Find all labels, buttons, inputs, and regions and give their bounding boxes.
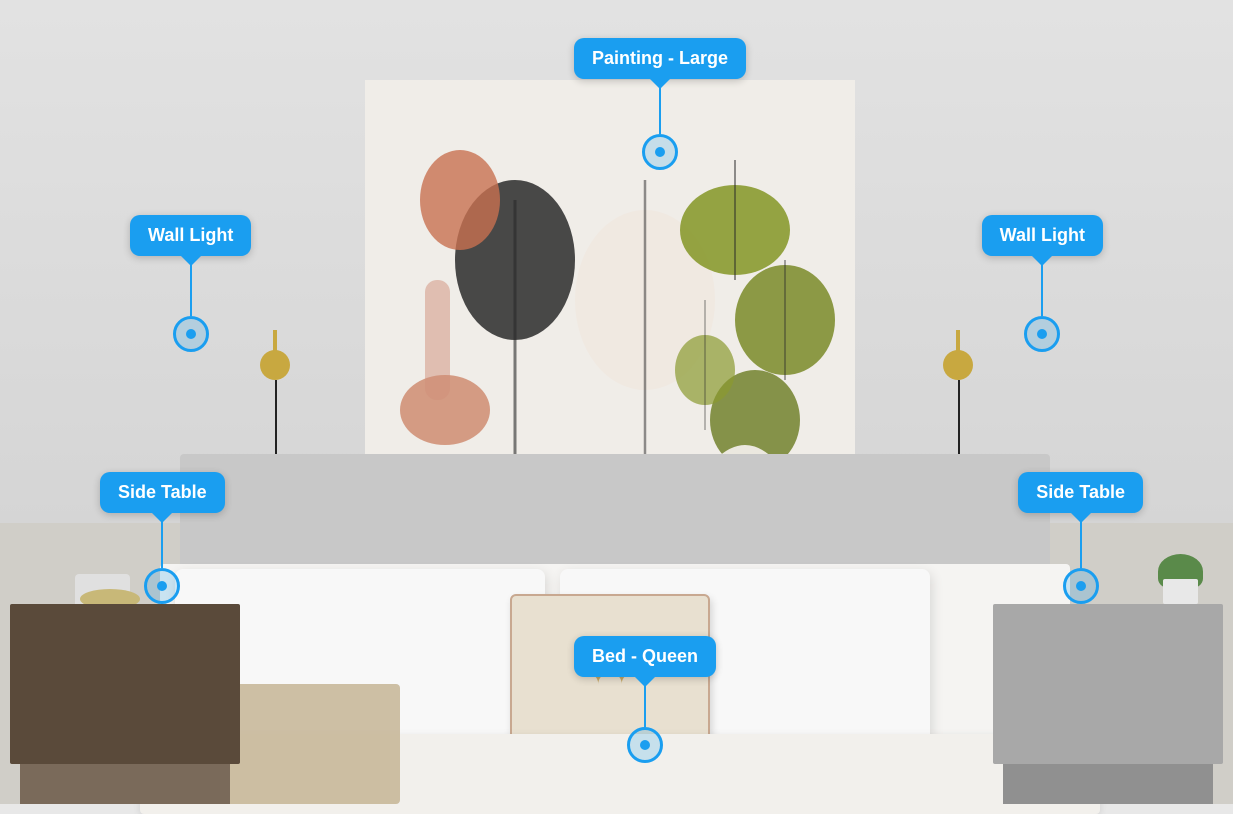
- target-inner-painting: [655, 147, 665, 157]
- annotation-bed[interactable]: Bed - Queen: [574, 636, 716, 763]
- room-scene: Painting - Large Wall Light Wall Light S…: [0, 0, 1233, 804]
- target-inner-bed: [640, 740, 650, 750]
- target-bed[interactable]: [627, 727, 663, 763]
- wall-light-right-sconce: [938, 330, 978, 410]
- plant-right: [1158, 554, 1203, 604]
- label-wall-light-left[interactable]: Wall Light: [130, 215, 251, 256]
- annotation-side-table-left[interactable]: Side Table: [100, 472, 225, 604]
- annotation-painting[interactable]: Painting - Large: [574, 38, 746, 170]
- target-inner-wall-light-right: [1037, 329, 1047, 339]
- side-table-surface-left: [10, 604, 240, 764]
- annotation-wall-light-right[interactable]: Wall Light: [982, 215, 1103, 352]
- plant-pot: [1163, 579, 1198, 604]
- label-side-table-left[interactable]: Side Table: [100, 472, 225, 513]
- side-table-surface-right: [993, 604, 1223, 764]
- annotation-wall-light-left[interactable]: Wall Light: [130, 215, 251, 352]
- sconce-disk-right: [943, 350, 973, 380]
- sconce-disk-left: [260, 350, 290, 380]
- target-inner-side-table-left: [157, 581, 167, 591]
- target-wall-light-right[interactable]: [1024, 316, 1060, 352]
- side-table-legs-right: [1003, 764, 1213, 804]
- label-wall-light-right[interactable]: Wall Light: [982, 215, 1103, 256]
- side-table-right: [993, 604, 1223, 804]
- target-side-table-left[interactable]: [144, 568, 180, 604]
- target-inner-wall-light-left: [186, 329, 196, 339]
- target-inner-side-table-right: [1076, 581, 1086, 591]
- annotation-side-table-right[interactable]: Side Table: [1018, 472, 1143, 604]
- wall-light-left-sconce: [255, 330, 295, 410]
- headboard: [180, 454, 1050, 564]
- label-side-table-right[interactable]: Side Table: [1018, 472, 1143, 513]
- side-table-legs-left: [20, 764, 230, 804]
- label-bed[interactable]: Bed - Queen: [574, 636, 716, 677]
- target-side-table-right[interactable]: [1063, 568, 1099, 604]
- side-table-left: [10, 604, 240, 804]
- target-wall-light-left[interactable]: [173, 316, 209, 352]
- target-painting[interactable]: [642, 134, 678, 170]
- label-painting[interactable]: Painting - Large: [574, 38, 746, 79]
